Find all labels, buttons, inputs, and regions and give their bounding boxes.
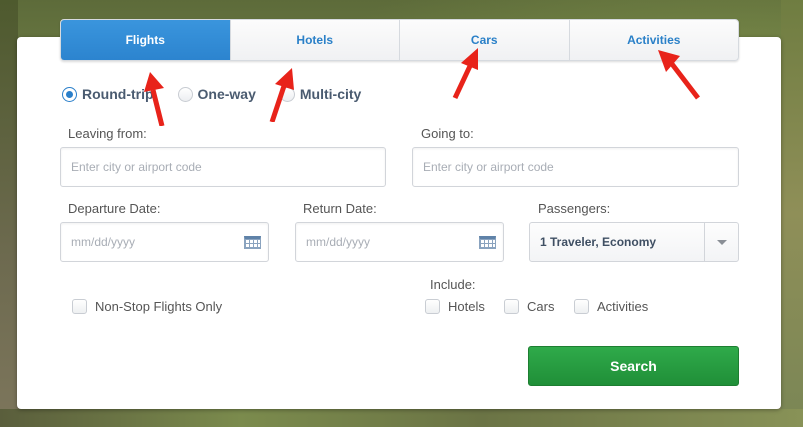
include-hotels-checkbox[interactable]: Hotels <box>425 299 485 314</box>
annotation-arrow-icon <box>269 68 294 122</box>
departure-date-input[interactable]: mm/dd/yyyy <box>60 222 269 262</box>
background-photo-bottom <box>0 409 803 427</box>
checkbox-icon <box>72 299 87 314</box>
trip-type-group: Round-trip One-way Multi-city <box>62 86 385 102</box>
chevron-down-icon <box>716 239 727 245</box>
dropdown-toggle[interactable] <box>704 223 738 261</box>
background-photo-right <box>781 0 803 427</box>
return-date-placeholder: mm/dd/yyyy <box>306 235 371 249</box>
nonstop-checkbox[interactable]: Non-Stop Flights Only <box>72 299 222 314</box>
checkbox-icon <box>504 299 519 314</box>
departure-date-label: Departure Date: <box>68 201 161 216</box>
passengers-select[interactable]: 1 Traveler, Economy <box>529 222 739 262</box>
going-to-input[interactable]: Enter city or airport code <box>412 147 739 187</box>
tab-hotels[interactable]: Hotels <box>229 20 400 60</box>
radio-selected-icon <box>62 86 77 102</box>
tab-activities[interactable]: Activities <box>568 20 739 60</box>
background-photo-left <box>0 0 18 427</box>
annotation-arrow-icon <box>658 50 700 100</box>
going-to-label: Going to: <box>421 126 474 141</box>
include-activities-label: Activities <box>597 299 649 314</box>
leaving-from-input[interactable]: Enter city or airport code <box>60 147 386 187</box>
checkbox-icon <box>425 299 440 314</box>
include-label: Include: <box>430 277 476 292</box>
annotation-arrow-icon <box>144 72 165 126</box>
include-cars-label: Cars <box>527 299 555 314</box>
calendar-icon[interactable] <box>244 236 261 249</box>
radio-one-way-label: One-way <box>197 86 256 102</box>
departure-date-placeholder: mm/dd/yyyy <box>71 235 136 249</box>
leaving-from-label: Leaving from: <box>68 126 147 141</box>
checkbox-icon <box>574 299 589 314</box>
radio-multi-city-label: Multi-city <box>299 86 362 102</box>
radio-one-way[interactable]: One-way <box>177 86 256 102</box>
include-hotels-label: Hotels <box>448 299 485 314</box>
going-to-placeholder: Enter city or airport code <box>423 160 554 174</box>
tab-flights[interactable]: Flights <box>61 20 230 60</box>
return-date-input[interactable]: mm/dd/yyyy <box>295 222 504 262</box>
annotation-arrow-icon <box>452 48 478 100</box>
nonstop-label: Non-Stop Flights Only <box>95 299 223 314</box>
calendar-icon[interactable] <box>479 236 496 249</box>
include-activities-checkbox[interactable]: Activities <box>574 299 648 314</box>
leaving-from-placeholder: Enter city or airport code <box>71 160 202 174</box>
search-tabs: Flights Hotels Cars Activities <box>60 19 739 61</box>
include-cars-checkbox[interactable]: Cars <box>504 299 554 314</box>
radio-unselected-icon <box>177 86 193 102</box>
passengers-label: Passengers: <box>538 201 611 216</box>
passengers-value: 1 Traveler, Economy <box>540 235 657 249</box>
search-button[interactable]: Search <box>528 346 739 386</box>
return-date-label: Return Date: <box>303 201 377 216</box>
